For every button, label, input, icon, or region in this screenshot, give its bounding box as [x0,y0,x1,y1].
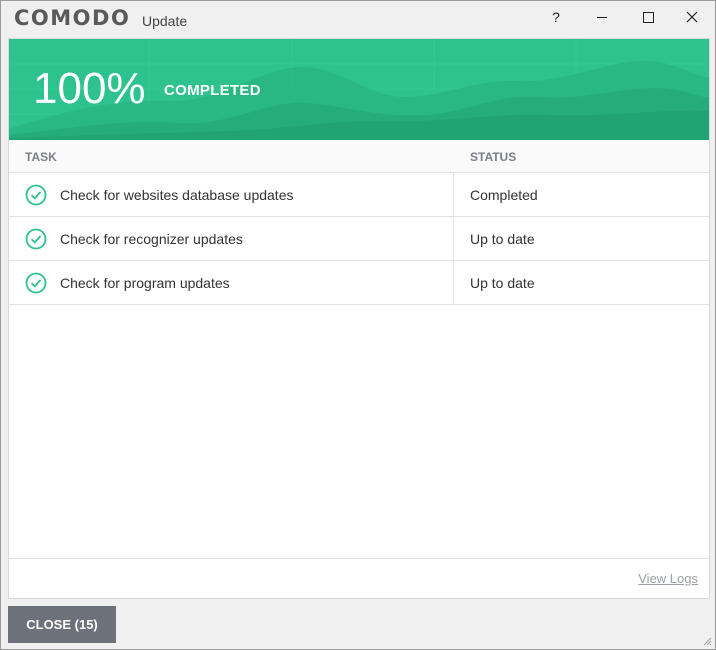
close-icon [686,11,698,23]
progress-percent: 100% [33,64,146,113]
window-title: Update [142,13,188,29]
table-header: TASK STATUS [9,140,709,173]
comodo-logo: COMODO [14,6,131,30]
title-bar: COMODO Update ? [1,1,715,37]
table-row: Check for recognizer updates Up to date [9,217,709,261]
window-close-button[interactable] [669,1,715,33]
footer-divider [9,558,709,559]
check-circle-icon [25,272,47,294]
minimize-icon [597,16,607,18]
check-circle-icon [25,184,47,206]
main-panel: 100% COMPLETED TASK STATUS Check for web… [8,38,710,599]
task-name: Check for websites database updates [60,187,294,203]
maximize-button[interactable] [625,1,671,33]
progress-status: COMPLETED [164,82,261,99]
check-circle-icon [25,228,47,250]
task-name: Check for program updates [60,275,230,291]
task-status: Up to date [470,231,535,247]
task-name: Check for recognizer updates [60,231,243,247]
minimize-button[interactable] [579,1,625,33]
task-status: Completed [470,187,538,203]
view-logs-link[interactable]: View Logs [638,571,698,586]
task-status: Up to date [470,275,535,291]
update-window: COMODO Update ? 100% COMPLETED TASK STAT… [0,0,716,650]
table-row: Check for websites database updates Comp… [9,173,709,217]
help-button[interactable]: ? [533,1,579,33]
maximize-icon [642,11,654,23]
progress-banner: 100% COMPLETED [9,39,709,140]
resize-grip-icon[interactable] [702,636,712,646]
help-icon: ? [552,9,560,25]
task-table: TASK STATUS Check for websites database … [9,140,709,305]
column-header-status: STATUS [470,150,517,164]
table-row: Check for program updates Up to date [9,261,709,305]
close-button[interactable]: CLOSE (15) [8,606,116,643]
column-header-task: TASK [25,150,57,164]
